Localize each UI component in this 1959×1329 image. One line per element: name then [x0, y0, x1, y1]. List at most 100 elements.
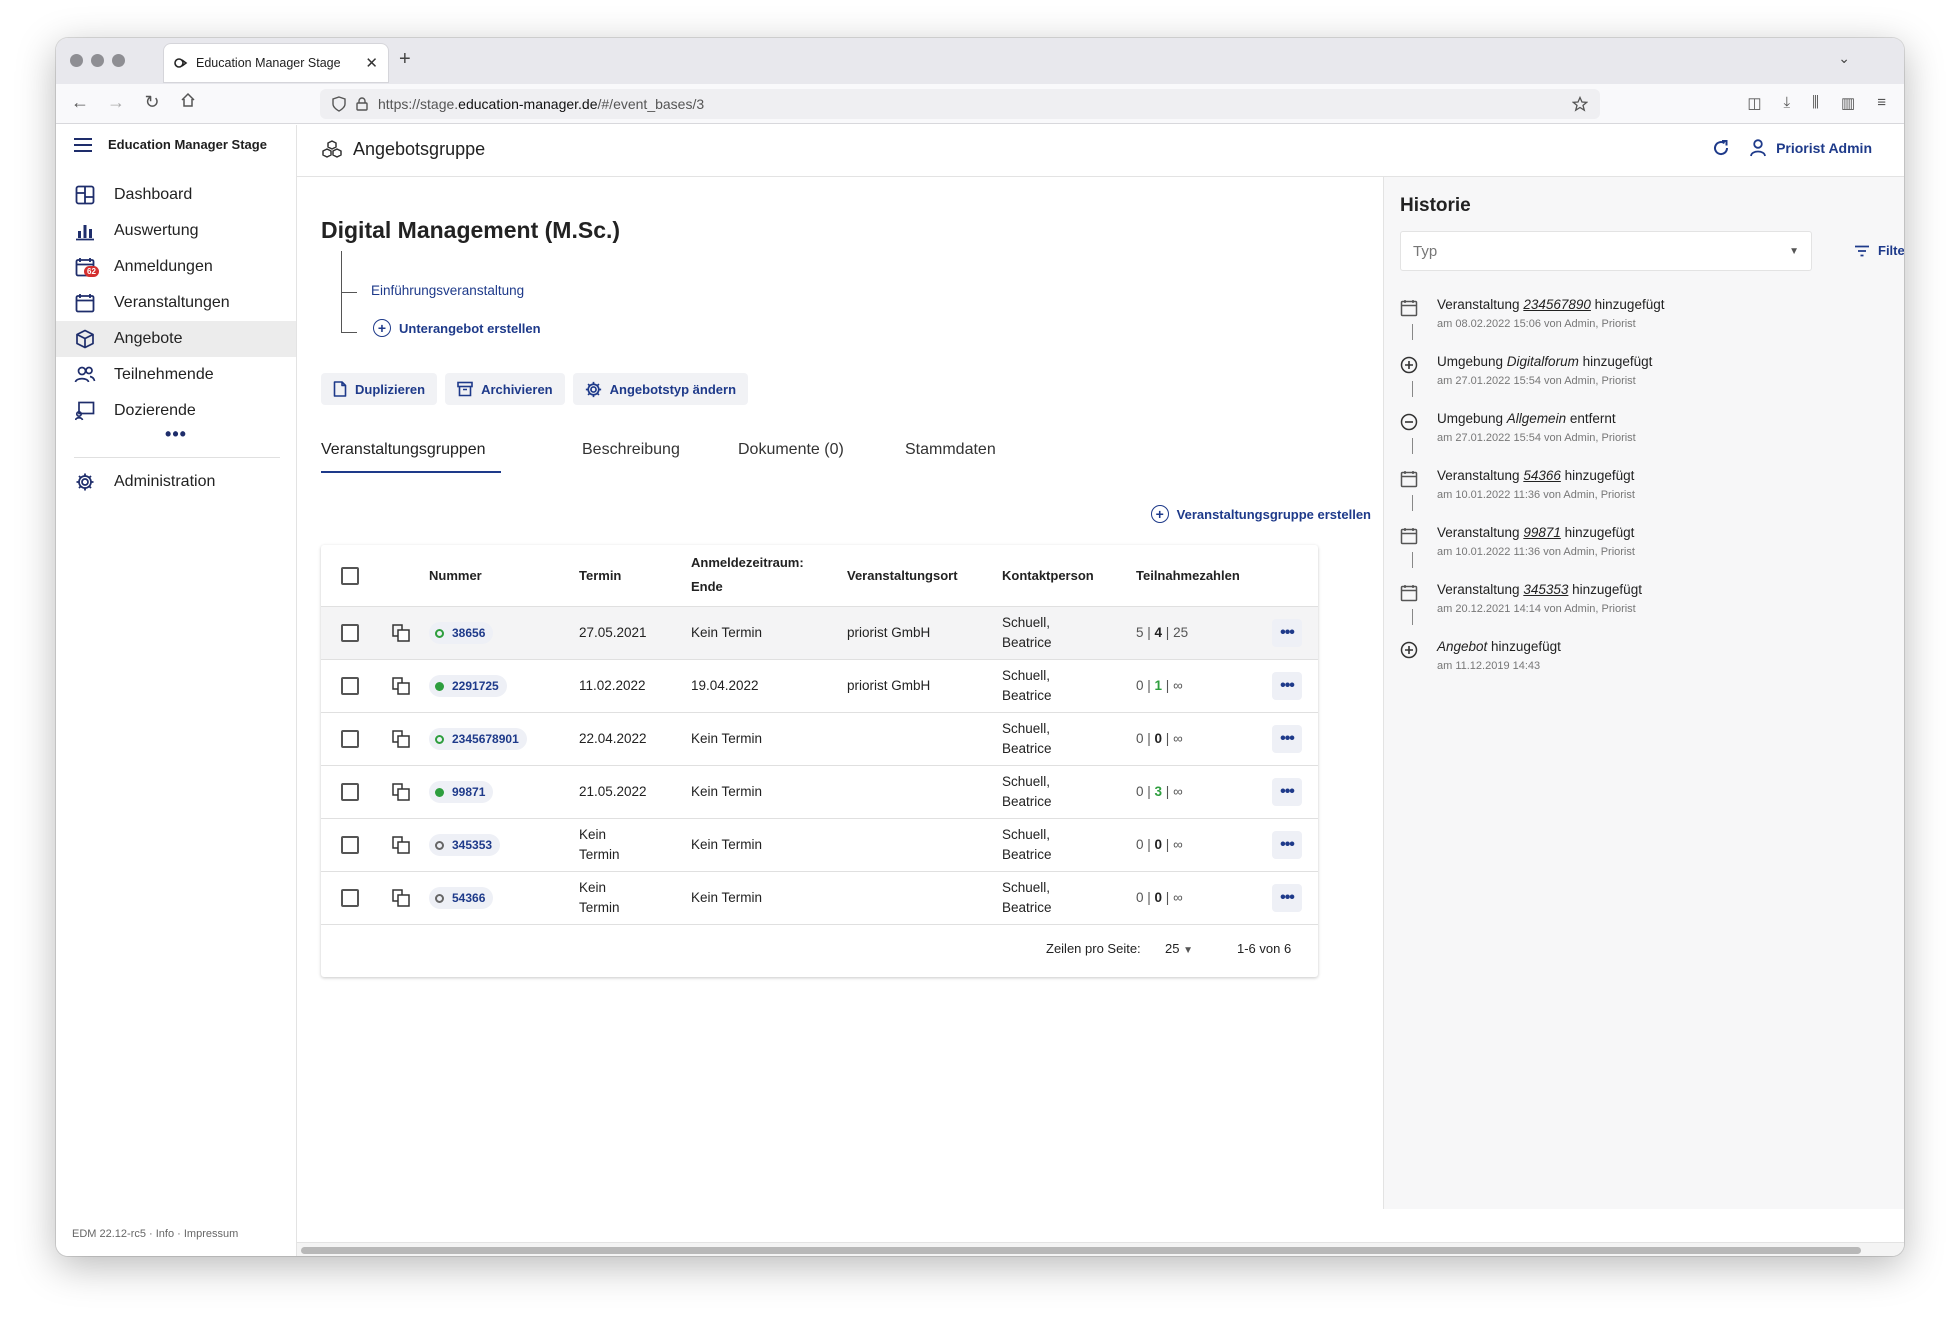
tab-beschreibung[interactable]: Beschreibung: [582, 435, 680, 465]
close-window-button[interactable]: [70, 54, 83, 67]
select-all-checkbox[interactable]: [341, 567, 359, 585]
sidebar-more-button[interactable]: •••: [56, 429, 296, 451]
user-menu[interactable]: Priorist Admin: [1750, 139, 1872, 157]
table-row[interactable]: 3865627.05.2021Kein Terminpriorist GmbHS…: [321, 607, 1318, 660]
event-number: 2291725: [452, 679, 499, 693]
event-number-chip[interactable]: 2291725: [429, 675, 507, 697]
sidebar-item-anmeldungen[interactable]: 62 Anmeldungen: [56, 249, 296, 285]
tab-stammdaten[interactable]: Stammdaten: [905, 435, 996, 465]
row-more-button[interactable]: •••: [1272, 884, 1302, 912]
reload-icon[interactable]: ↻: [140, 92, 164, 113]
url-text: https://stage.education-manager.de/#/eve…: [378, 96, 1562, 112]
copy-icon[interactable]: [391, 623, 411, 643]
type-select[interactable]: Typ ▼: [1400, 231, 1812, 271]
change-type-button[interactable]: Angebotstyp ändern: [573, 373, 748, 405]
bookmark-star-icon[interactable]: [1572, 96, 1588, 112]
sidebar-item-veranstaltungen[interactable]: Veranstaltungen: [56, 285, 296, 321]
tab-list-chevron-icon[interactable]: ⌄: [1838, 50, 1850, 67]
row-checkbox[interactable]: [341, 783, 359, 801]
sidebar-item-dashboard[interactable]: Dashboard: [56, 177, 296, 213]
row-more-button[interactable]: •••: [1272, 778, 1302, 806]
tab-dokumente[interactable]: Dokumente (0): [738, 435, 844, 465]
row-more-button[interactable]: •••: [1272, 619, 1302, 647]
col-veranstaltungsort[interactable]: Veranstaltungsort: [847, 564, 958, 588]
history-entry-subject[interactable]: 345353: [1523, 582, 1568, 597]
sidebar-item-dozierende[interactable]: Dozierende: [56, 393, 296, 429]
cubes-icon: [321, 140, 343, 160]
page-header: Angebotsgruppe: [321, 139, 485, 160]
col-anmeldezeitraum[interactable]: Anmeldezeitraum:Ende: [691, 551, 804, 599]
sidebar-item-angebote[interactable]: Angebote: [56, 321, 296, 357]
sidebar-item-auswertung[interactable]: Auswertung: [56, 213, 296, 249]
history-entry-subject[interactable]: 234567890: [1523, 297, 1591, 312]
table-row[interactable]: 229172511.02.202219.04.2022priorist GmbH…: [321, 660, 1318, 713]
col-nummer[interactable]: Nummer: [429, 564, 482, 588]
copy-icon[interactable]: [391, 888, 411, 908]
close-tab-icon[interactable]: ✕: [365, 54, 378, 72]
add-filter-button[interactable]: Filter hinzufügen: [1854, 243, 1904, 258]
table-row[interactable]: 345353Kein TerminKein TerminSchuell, Bea…: [321, 819, 1318, 872]
copy-icon[interactable]: [391, 835, 411, 855]
event-number-chip[interactable]: 2345678901: [429, 728, 527, 750]
pocket-icon[interactable]: ◫: [1747, 94, 1761, 112]
cell-anmelde-ende: Kein Termin: [691, 623, 762, 643]
col-kontaktperson[interactable]: Kontaktperson: [1002, 564, 1094, 588]
horizontal-scrollbar[interactable]: [297, 1242, 1904, 1256]
row-more-button[interactable]: •••: [1272, 725, 1302, 753]
archive-button[interactable]: Archivieren: [445, 373, 565, 405]
copy-icon[interactable]: [391, 782, 411, 802]
duplicate-button[interactable]: Duplizieren: [321, 373, 437, 405]
sidebar-toggle-icon[interactable]: ▥: [1841, 94, 1855, 112]
zoom-window-button[interactable]: [112, 54, 125, 67]
row-checkbox[interactable]: [341, 624, 359, 642]
event-number-chip[interactable]: 54366: [429, 887, 493, 909]
create-sub-offer-button[interactable]: + Unterangebot erstellen: [373, 319, 541, 337]
status-dot-icon: [435, 894, 444, 903]
history-entry-subject[interactable]: 99871: [1523, 525, 1561, 540]
event-number-chip[interactable]: 38656: [429, 622, 493, 644]
col-termin[interactable]: Termin: [579, 564, 621, 588]
row-checkbox[interactable]: [341, 836, 359, 854]
table-row[interactable]: 234567890122.04.2022Kein TerminSchuell, …: [321, 713, 1318, 766]
row-more-button[interactable]: •••: [1272, 672, 1302, 700]
history-entry-subject[interactable]: 54366: [1523, 468, 1561, 483]
event-number-chip[interactable]: 345353: [429, 834, 500, 856]
browser-tab[interactable]: Education Manager Stage ✕: [164, 44, 388, 82]
rows-per-page-select[interactable]: 25 ▼: [1165, 941, 1193, 956]
event-number-chip[interactable]: 99871: [429, 781, 493, 803]
download-icon[interactable]: ⤓: [1784, 94, 1791, 112]
app-menu-icon[interactable]: ≡: [1877, 94, 1886, 112]
table-row[interactable]: 9987121.05.2022Kein TerminSchuell, Beatr…: [321, 766, 1318, 819]
address-bar[interactable]: https://stage.education-manager.de/#/eve…: [320, 89, 1600, 119]
cell-anmelde-ende: Kein Termin: [691, 782, 762, 802]
menu-hamburger-icon[interactable]: [74, 138, 92, 152]
shield-icon[interactable]: [332, 96, 346, 112]
forward-arrow-icon[interactable]: →: [104, 92, 128, 113]
row-checkbox[interactable]: [341, 730, 359, 748]
copy-icon[interactable]: [391, 729, 411, 749]
create-event-group-button[interactable]: + Veranstaltungsgruppe erstellen: [1151, 505, 1371, 523]
new-tab-button[interactable]: +: [399, 48, 411, 71]
tab-spacer: [349, 435, 529, 473]
row-more-button[interactable]: •••: [1272, 831, 1302, 859]
row-checkbox[interactable]: [341, 889, 359, 907]
table-row[interactable]: 54366Kein TerminKein TerminSchuell, Beat…: [321, 872, 1318, 925]
browser-toolbar: ← → ↻ https://stage.education-manager.de…: [56, 84, 1904, 124]
refresh-icon[interactable]: [1712, 139, 1730, 157]
col-teilnahmezahlen[interactable]: Teilnahmezahlen: [1136, 564, 1240, 588]
sidebar-item-teilnehmende[interactable]: Teilnehmende: [56, 357, 296, 393]
offer-title: Digital Management (M.Sc.): [321, 217, 620, 244]
home-icon[interactable]: [176, 92, 200, 113]
sidebar-item-administration[interactable]: Administration: [56, 464, 296, 500]
sub-offer-link[interactable]: Einführungsveranstaltung: [371, 283, 524, 298]
back-arrow-icon[interactable]: ←: [68, 92, 92, 113]
duplicate-label: Duplizieren: [355, 382, 425, 397]
add-filter-label: Filter hinzufügen: [1878, 243, 1904, 258]
minimize-window-button[interactable]: [91, 54, 104, 67]
sidebar-footer[interactable]: EDM 22.12-rc5 · Info · Impressum: [72, 1228, 238, 1240]
scrollbar-thumb[interactable]: [301, 1247, 1861, 1254]
row-checkbox[interactable]: [341, 677, 359, 695]
lock-icon[interactable]: [356, 97, 368, 111]
copy-icon[interactable]: [391, 676, 411, 696]
library-icon[interactable]: ⫼: [1812, 94, 1819, 112]
